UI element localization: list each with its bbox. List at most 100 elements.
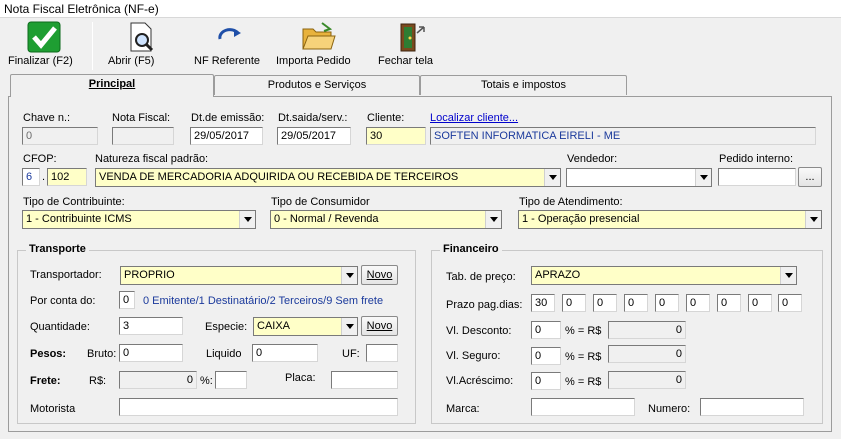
cfop-label: CFOP:: [23, 153, 57, 165]
pesos-label: Pesos:: [30, 348, 67, 360]
exit-door-icon: [391, 21, 427, 53]
consumidor-label: Tipo de Consumidor: [271, 196, 370, 208]
chevron-down-icon[interactable]: [341, 318, 357, 335]
rs-label: R$:: [89, 375, 107, 387]
chave-field[interactable]: 0: [22, 127, 98, 145]
tabela-label: Tab. de preço:: [446, 271, 516, 283]
cfop-dot: .: [42, 171, 46, 183]
vendedor-label: Vendedor:: [567, 153, 618, 165]
nf-referente-button[interactable]: NF Referente: [194, 21, 266, 67]
finalizar-button[interactable]: Finalizar (F2): [8, 21, 80, 67]
conta-field[interactable]: 0: [119, 291, 135, 309]
chevron-down-icon[interactable]: [805, 211, 821, 228]
uf-field[interactable]: [366, 344, 398, 362]
cfop-prefix-field[interactable]: 6: [22, 168, 40, 186]
abrir-button[interactable]: Abrir (F5): [108, 21, 172, 67]
pct-field[interactable]: [215, 371, 247, 389]
cfop-code-field[interactable]: 102: [47, 168, 87, 186]
bruto-label: Bruto:: [87, 348, 117, 360]
natureza-select[interactable]: VENDA DE MERCADORIA ADQUIRIDA OU RECEBID…: [95, 168, 561, 187]
saida-field[interactable]: 29/05/2017: [277, 127, 351, 145]
nota-label: Nota Fiscal:: [112, 112, 171, 124]
prazo-field-4[interactable]: 0: [624, 294, 648, 312]
seguro-value-field: 0: [608, 345, 686, 363]
refresh-arrow-icon: [212, 21, 248, 53]
transportador-select[interactable]: PROPRIO: [120, 266, 358, 285]
tabela-preco-select[interactable]: APRAZO: [531, 266, 797, 285]
novo-transportador-button[interactable]: Novo: [361, 265, 398, 285]
acrescimo-pct-field[interactable]: 0: [531, 372, 561, 390]
seguro-pct-field[interactable]: 0: [531, 347, 561, 365]
emissao-label: Dt.de emissão:: [191, 112, 265, 124]
title-bar: Nota Fiscal Eletrônica (NF-e): [0, 0, 841, 18]
desconto-eq: % = R$: [565, 325, 602, 337]
open-document-icon: [122, 21, 158, 53]
toolbar-separator: [92, 22, 93, 70]
pedido-search-button[interactable]: ...: [798, 167, 822, 187]
cliente-nome-field: SOFTEN INFORMATICA EIRELI - ME: [430, 127, 816, 145]
seguro-label: Vl. Seguro:: [446, 350, 501, 362]
cliente-code-field[interactable]: 30: [366, 127, 426, 145]
prazo-label: Prazo pag.dias:: [446, 299, 523, 311]
localizar-cliente-link[interactable]: Localizar cliente...: [430, 112, 518, 124]
transporte-title: Transporte: [26, 243, 89, 255]
transportador-label: Transportador:: [30, 269, 102, 281]
chevron-down-icon[interactable]: [695, 169, 711, 186]
prazo-field-1[interactable]: 30: [531, 294, 555, 312]
tab-principal[interactable]: Principal: [10, 74, 214, 97]
motorista-label: Motorista: [30, 403, 76, 415]
prazo-field-9[interactable]: 0: [778, 294, 802, 312]
prazo-field-6[interactable]: 0: [686, 294, 710, 312]
desconto-pct-field[interactable]: 0: [531, 321, 561, 339]
principal-panel: Chave n.: 0 Nota Fiscal: Dt.de emissão: …: [8, 96, 832, 432]
pct-label: %:: [200, 375, 213, 387]
contribuinte-label: Tipo de Contribuinte:: [23, 196, 125, 208]
financeiro-group: Financeiro Tab. de preço: APRAZO Prazo p…: [431, 243, 823, 424]
vendedor-select[interactable]: [566, 168, 712, 187]
uf-label: UF:: [342, 348, 360, 360]
chevron-down-icon[interactable]: [544, 169, 560, 186]
natureza-label: Natureza fiscal padrão:: [95, 153, 209, 165]
prazo-field-2[interactable]: 0: [562, 294, 586, 312]
bruto-field[interactable]: 0: [119, 344, 183, 362]
prazo-field-5[interactable]: 0: [655, 294, 679, 312]
saida-label: Dt.saida/serv.:: [278, 112, 348, 124]
seguro-eq: % = R$: [565, 351, 602, 363]
tab-produtos[interactable]: Produtos e Serviços: [214, 75, 420, 95]
chevron-down-icon[interactable]: [485, 211, 501, 228]
chevron-down-icon[interactable]: [341, 267, 357, 284]
emissao-field[interactable]: 29/05/2017: [190, 127, 263, 145]
numero-field[interactable]: [700, 398, 804, 416]
placa-label: Placa:: [285, 372, 316, 384]
placa-field[interactable]: [331, 371, 398, 389]
window-title: Nota Fiscal Eletrônica (NF-e): [4, 2, 159, 16]
motorista-field[interactable]: [119, 398, 398, 416]
conta-label: Por conta do:: [30, 295, 96, 307]
chevron-down-icon[interactable]: [780, 267, 796, 284]
tab-totais[interactable]: Totais e impostos: [420, 75, 627, 95]
acrescimo-label: Vl.Acréscimo:: [446, 375, 514, 387]
atendimento-select[interactable]: 1 - Operação presencial: [518, 210, 822, 229]
quantidade-label: Quantidade:: [30, 321, 90, 333]
prazo-field-7[interactable]: 0: [717, 294, 741, 312]
chevron-down-icon[interactable]: [239, 211, 255, 228]
novo-especie-button[interactable]: Novo: [361, 316, 398, 336]
fechar-tela-button[interactable]: Fechar tela: [378, 21, 440, 67]
pedido-field[interactable]: [718, 168, 796, 186]
numero-label: Numero:: [648, 403, 691, 415]
liquido-field[interactable]: 0: [252, 344, 318, 362]
especie-label: Especie:: [205, 321, 248, 333]
conta-help: 0 Emitente/1 Destinatário/2 Terceiros/9 …: [143, 295, 384, 307]
importa-pedido-button[interactable]: Importa Pedido: [276, 21, 360, 67]
transporte-group: Transporte Transportador: PROPRIO Novo P…: [17, 243, 416, 424]
frete-label: Frete:: [30, 375, 61, 387]
prazo-field-3[interactable]: 0: [593, 294, 617, 312]
prazo-field-8[interactable]: 0: [748, 294, 772, 312]
marca-field[interactable]: [531, 398, 635, 416]
especie-select[interactable]: CAIXA: [253, 317, 358, 336]
quantidade-field[interactable]: 3: [119, 317, 183, 335]
nota-field[interactable]: [112, 127, 174, 145]
consumidor-select[interactable]: 0 - Normal / Revenda: [270, 210, 502, 229]
toolbar: Finalizar (F2) Abrir (F5) NF Referente I…: [0, 18, 841, 72]
contribuinte-select[interactable]: 1 - Contribuinte ICMS: [22, 210, 256, 229]
